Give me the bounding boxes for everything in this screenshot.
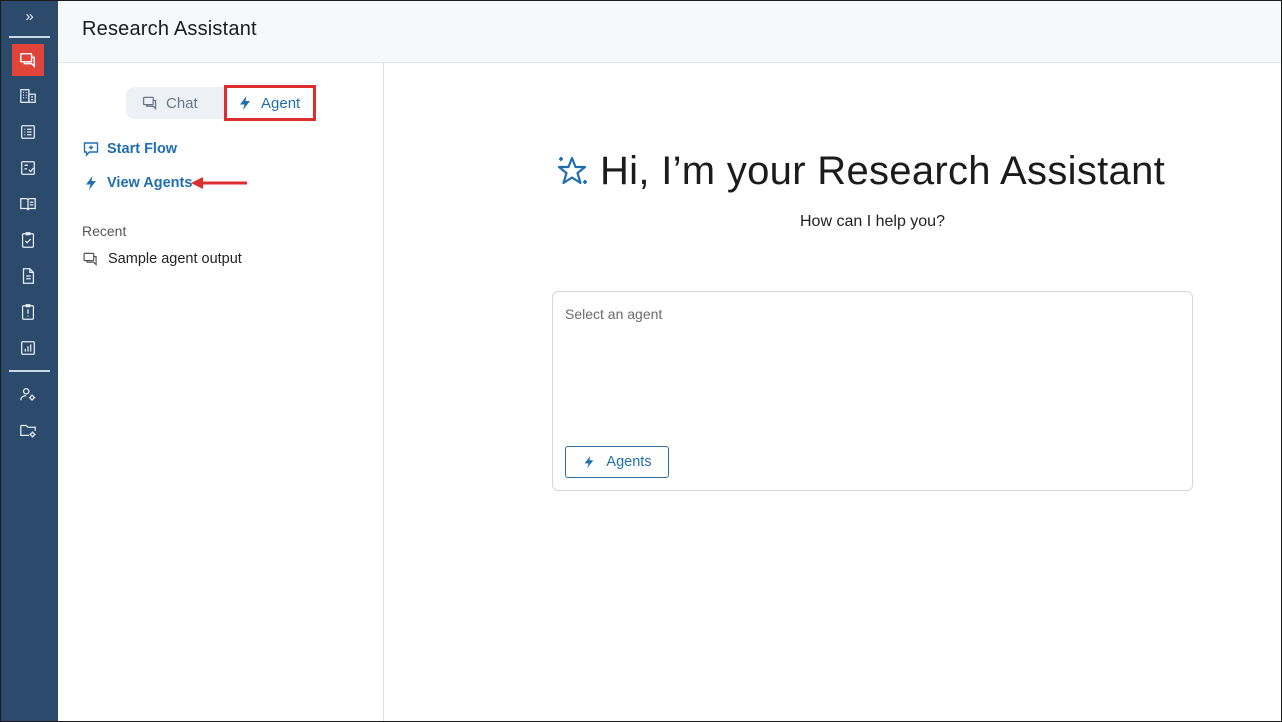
tab-chat-label: Chat <box>166 94 198 112</box>
mode-toggle: Chat Agent <box>126 85 316 121</box>
view-agents-link[interactable]: View Agents <box>83 175 192 191</box>
report-chart-nav-icon[interactable] <box>14 334 42 362</box>
conversation-panel: Chat Agent Start Flow View Agents Recent… <box>58 63 384 721</box>
chat-nav-icon[interactable] <box>12 44 44 76</box>
prompt-composer[interactable]: Select an agent Agents <box>552 291 1193 491</box>
chat-icon <box>83 252 97 267</box>
clipboard-alert-nav-icon[interactable] <box>14 298 42 326</box>
document-nav-icon[interactable] <box>14 262 42 290</box>
book-nav-icon[interactable] <box>14 190 42 218</box>
tab-agent-label: Agent <box>261 94 301 112</box>
lightning-icon <box>86 176 96 190</box>
rail-divider <box>9 36 50 38</box>
building-nav-icon[interactable] <box>14 82 42 110</box>
page-header: Research Assistant <box>58 1 1281 63</box>
agents-button[interactable]: Agents <box>565 446 669 478</box>
clipboard-check-nav-icon[interactable] <box>14 226 42 254</box>
start-flow-link[interactable]: Start Flow <box>83 141 177 157</box>
view-agents-label: View Agents <box>107 175 193 191</box>
recent-item-label: Sample agent output <box>108 251 242 267</box>
add-chat-icon <box>83 142 99 157</box>
app-window: » Research Assistant Chat Agent Start Fl… <box>0 0 1282 722</box>
annotation-arrow-icon <box>191 177 247 189</box>
page-title: Research Assistant <box>82 18 257 40</box>
start-flow-label: Start Flow <box>107 141 178 157</box>
lightning-icon <box>240 96 250 110</box>
list-nav-icon[interactable] <box>14 118 42 146</box>
icon-rail: » <box>1 1 58 721</box>
greeting: Hi, I’m your Research Assistant <box>554 149 1165 194</box>
tab-agent[interactable]: Agent <box>224 85 316 121</box>
folder-settings-nav-icon[interactable] <box>14 416 42 444</box>
recent-heading: Recent <box>82 223 127 239</box>
tab-chat[interactable]: Chat <box>142 87 198 119</box>
greeting-subtitle: How can I help you? <box>800 213 945 230</box>
expand-rail-button[interactable]: » <box>1 7 58 29</box>
checklist-nav-icon[interactable] <box>14 154 42 182</box>
recent-conversation-item[interactable]: Sample agent output <box>82 251 242 267</box>
rail-divider <box>9 370 50 372</box>
chat-icon <box>142 96 157 111</box>
sparkle-star-icon <box>557 156 587 184</box>
user-settings-nav-icon[interactable] <box>14 380 42 408</box>
greeting-heading: Hi, I’m your Research Assistant <box>600 149 1166 193</box>
lightning-icon <box>585 455 594 469</box>
agents-button-label: Agents <box>606 454 652 470</box>
agent-select-placeholder[interactable]: Select an agent <box>565 306 662 322</box>
